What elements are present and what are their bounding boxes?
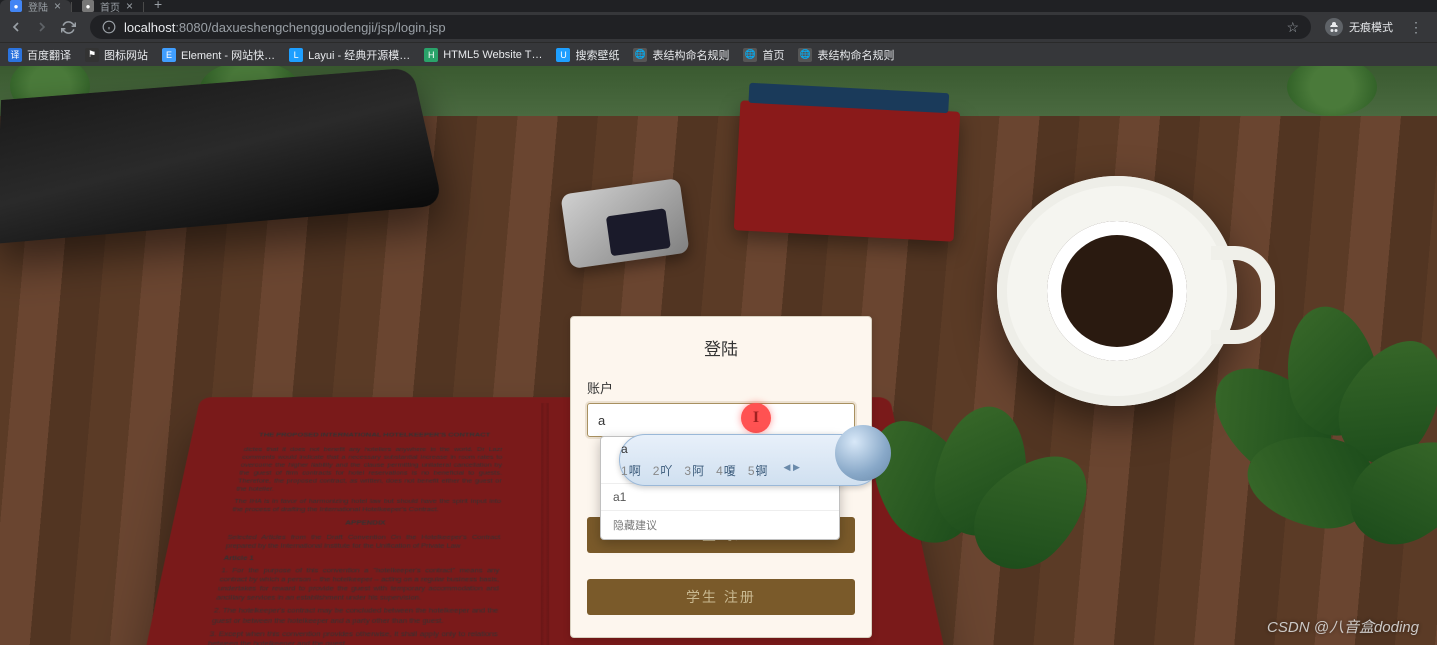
- globe-icon: ●: [10, 0, 22, 12]
- tab-title: 首页: [100, 0, 120, 14]
- ime-candidates: 1啊 2吖 3阿 4嗄 5锕 ◀ ▶: [601, 458, 839, 483]
- bookmark-label: 首页: [762, 47, 784, 63]
- book-text: The IHA is in favor of harmonizing hotel…: [232, 497, 501, 514]
- close-icon[interactable]: ×: [54, 0, 61, 13]
- ime-candidate[interactable]: 1啊: [621, 462, 641, 479]
- bookmark-label: Element - 网站快…: [181, 47, 275, 63]
- grass-blob: [1287, 66, 1377, 116]
- watermark: CSDN @八音盒doding: [1267, 616, 1419, 637]
- book-stack-decor: [734, 100, 961, 241]
- ime-candidate[interactable]: 5锕: [748, 462, 768, 479]
- url-input[interactable]: localhost:8080/daxueshengchengguodengji/…: [90, 15, 1311, 39]
- globe-icon: 🌐: [743, 48, 757, 62]
- menu-button[interactable]: ⋮: [1403, 19, 1429, 36]
- book-article: Article 1: [223, 554, 500, 563]
- bookmark-wallpaper[interactable]: U 搜索壁纸: [556, 47, 619, 63]
- tab-title: 登陆: [28, 0, 48, 14]
- incognito-icon: [1325, 18, 1343, 36]
- bookmark-naming2[interactable]: 🌐 表结构命名规则: [798, 47, 894, 63]
- bookmark-layui[interactable]: L Layui - 经典开源模…: [289, 47, 410, 63]
- bookmark-label: Layui - 经典开源模…: [308, 47, 410, 63]
- forward-button: [34, 19, 50, 35]
- bookmark-label: 表结构命名规则: [652, 47, 729, 63]
- bookmark-home[interactable]: 🌐 首页: [743, 47, 784, 63]
- book-text: Selected Articles from the Draft Convent…: [225, 533, 500, 550]
- tab-login[interactable]: ● 登陆 ×: [0, 0, 71, 12]
- ime-candidate[interactable]: 4嗄: [716, 462, 736, 479]
- incognito-label: 无痕模式: [1349, 19, 1393, 35]
- bookmark-icon: L: [289, 48, 303, 62]
- ime-suggestion[interactable]: a1: [601, 483, 839, 510]
- site-info-icon[interactable]: [102, 20, 116, 34]
- bookmarks-bar: 译百度翻译 ⚑ 图标网站 E Element - 网站快… L Layui - 经典开…: [0, 42, 1437, 66]
- back-button[interactable]: [8, 19, 24, 35]
- bookmark-label: 图标网站: [104, 47, 148, 63]
- bookmark-element[interactable]: E Element - 网站快…: [162, 47, 275, 63]
- bookmark-icon: U: [556, 48, 570, 62]
- address-bar: localhost:8080/daxueshengchengguodengji/…: [0, 12, 1437, 42]
- ime-candidate[interactable]: 3阿: [684, 462, 704, 479]
- ime-pager[interactable]: ◀ ▶: [784, 462, 800, 479]
- book-text: dictes that it does not benefit any hote…: [236, 445, 503, 493]
- bookmark-label: 搜索壁纸: [575, 47, 619, 63]
- bookmark-icon: 译: [8, 48, 22, 62]
- ime-popup: a 1啊 2吖 3阿 4嗄 5锕 ◀ ▶ a1 隐藏建议: [600, 436, 840, 540]
- globe-icon: ●: [82, 0, 94, 12]
- flag-icon: ⚑: [85, 48, 99, 62]
- bookmark-label: 百度翻译: [27, 47, 71, 63]
- bookmark-star-icon[interactable]: ☆: [1286, 19, 1299, 36]
- tab-strip: ● 登陆 × ● 首页 × +: [0, 0, 1437, 12]
- bookmark-baidu[interactable]: 译百度翻译: [8, 47, 71, 63]
- close-icon[interactable]: ×: [126, 0, 133, 13]
- bookmark-label: 表结构命名规则: [817, 47, 894, 63]
- globe-icon: 🌐: [798, 48, 812, 62]
- ime-hide-suggestions[interactable]: 隐藏建议: [601, 510, 839, 539]
- plant-decor: [1207, 296, 1437, 556]
- globe-icon: 🌐: [633, 48, 647, 62]
- url-text: localhost:8080/daxueshengchengguodengji/…: [124, 20, 1278, 35]
- account-input[interactable]: [587, 403, 855, 437]
- book-subheading: APPENDIX: [229, 519, 500, 528]
- book-text: 1. For the purpose of this convention a …: [216, 566, 500, 603]
- bookmark-icons[interactable]: ⚑ 图标网站: [85, 47, 148, 63]
- bookmark-icon: H: [424, 48, 438, 62]
- book-heading: THE PROPOSED INTERNATIONAL HOTELKEEPER'S…: [246, 431, 503, 439]
- ime-candidate[interactable]: 2吖: [653, 462, 673, 479]
- new-tab-button[interactable]: +: [144, 0, 172, 12]
- bookmark-html5[interactable]: H HTML5 Website T…: [424, 48, 542, 62]
- ime-composition: a: [601, 437, 839, 458]
- book-text: 3. Except when this convention provides …: [207, 629, 498, 645]
- bookmark-icon: E: [162, 48, 176, 62]
- ime-globe-icon: [835, 425, 891, 481]
- account-label: 账户: [587, 378, 855, 397]
- coffee-cup-decor: [997, 176, 1237, 406]
- book-text: 2. The hotelkeeper's contract may be con…: [211, 606, 498, 625]
- incognito-indicator: 无痕模式: [1325, 18, 1393, 36]
- bookmark-label: HTML5 Website T…: [443, 49, 542, 61]
- tab-home[interactable]: ● 首页 ×: [72, 0, 143, 12]
- page-content: THE PROPOSED INTERNATIONAL HOTELKEEPER'S…: [0, 66, 1437, 645]
- login-title: 登陆: [587, 335, 855, 360]
- book-left-page: THE PROPOSED INTERNATIONAL HOTELKEEPER'S…: [167, 416, 529, 645]
- cursor-indicator: I: [741, 403, 771, 433]
- bookmark-naming1[interactable]: 🌐 表结构命名规则: [633, 47, 729, 63]
- register-button[interactable]: 学生 注册: [587, 579, 855, 615]
- reload-button[interactable]: [60, 19, 76, 35]
